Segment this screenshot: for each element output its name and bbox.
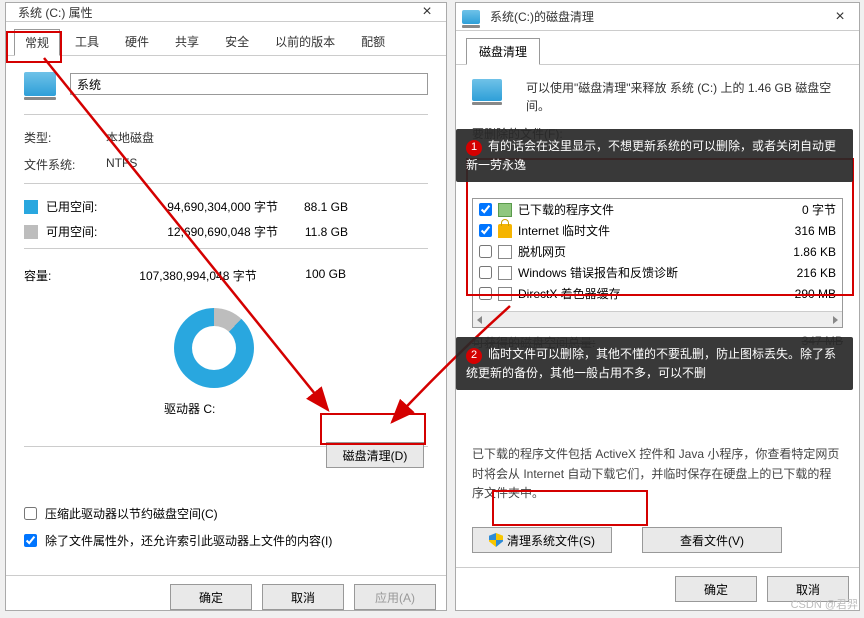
lock-icon (498, 224, 512, 238)
drive-icon (472, 79, 502, 101)
list-item[interactable]: DirectX 着色器缓存290 MB (473, 283, 842, 304)
tab-general[interactable]: 常规 (14, 29, 60, 56)
tab-disk-cleanup[interactable]: 磁盘清理 (466, 38, 540, 65)
driver-label: 驱动器 C: (164, 400, 215, 417)
titlebar-left: 系统 (C:) 属性 × (6, 3, 446, 22)
drive-icon (462, 10, 480, 24)
badge-2-icon: 2 (466, 348, 482, 364)
tab-tools[interactable]: 工具 (64, 28, 110, 55)
used-size: 88.1 GB (278, 200, 348, 214)
shield-icon (489, 533, 503, 547)
tab-quota[interactable]: 配额 (350, 28, 396, 55)
tab-previous[interactable]: 以前的版本 (264, 28, 346, 55)
drive-name-input[interactable] (70, 73, 428, 95)
fs-value: NTFS (106, 156, 428, 173)
tabs: 常规 工具 硬件 共享 安全 以前的版本 配额 (6, 22, 446, 56)
used-bytes: 94,690,304,000 字节 (118, 198, 278, 215)
tab-hardware[interactable]: 硬件 (114, 28, 160, 55)
used-swatch (24, 200, 38, 214)
item-checkbox[interactable] (479, 287, 492, 300)
drive-icon (24, 72, 56, 96)
ok-button[interactable]: 确定 (170, 584, 252, 610)
type-label: 类型: (24, 129, 106, 146)
scrollbar[interactable] (473, 311, 842, 327)
type-value: 本地磁盘 (106, 129, 428, 146)
fs-label: 文件系统: (24, 156, 106, 173)
titlebar-right: 系统(C:)的磁盘清理 × (456, 3, 859, 31)
compress-label: 压缩此驱动器以节约磁盘空间(C) (45, 505, 218, 522)
compress-checkbox[interactable] (24, 507, 37, 520)
free-size: 11.8 GB (278, 225, 348, 239)
cleanup-body: 可以使用"磁盘清理"来释放 系统 (C:) 上的 1.46 GB 磁盘空间。 1… (456, 65, 859, 567)
cap-bytes: 107,380,994,048 字节 (120, 267, 276, 284)
index-checkbox[interactable] (24, 534, 37, 547)
footer-left: 确定 取消 应用(A) (6, 575, 446, 618)
apply-button[interactable]: 应用(A) (354, 584, 436, 610)
file-icon (498, 203, 512, 217)
cleanup-description: 可以使用"磁盘清理"来释放 系统 (C:) 上的 1.46 GB 磁盘空间。 (526, 79, 843, 115)
tab-security[interactable]: 安全 (214, 28, 260, 55)
free-swatch (24, 225, 38, 239)
watermark: CSDN @君羿 (791, 596, 858, 612)
index-label: 除了文件属性外，还允许索引此驱动器上文件的内容(I) (45, 532, 332, 549)
item-checkbox[interactable] (479, 224, 492, 237)
list-item[interactable]: Windows 错误报告和反馈诊断216 KB (473, 262, 842, 283)
usage-donut (174, 308, 254, 388)
cap-label: 容量: (24, 267, 120, 284)
item-checkbox[interactable] (479, 266, 492, 279)
disk-cleanup-button[interactable]: 磁盘清理(D) (326, 442, 424, 468)
window-title: 系统(C:)的磁盘清理 (490, 8, 827, 25)
close-icon[interactable]: × (827, 8, 853, 26)
free-bytes: 12,690,690,048 字节 (118, 223, 278, 240)
doc-icon (498, 266, 512, 280)
file-list: 已下载的程序文件0 字节 Internet 临时文件316 MB 脱机网页1.8… (472, 198, 843, 328)
properties-body: 类型:本地磁盘 文件系统:NTFS 已用空间: 94,690,304,000 字… (6, 56, 446, 575)
annotation-2: 2临时文件可以删除，其他不懂的不要乱删，防止图标丢失。除了系统更新的备份，其他一… (456, 337, 853, 389)
item-checkbox[interactable] (479, 203, 492, 216)
ok-button[interactable]: 确定 (675, 576, 757, 602)
badge-1-icon: 1 (466, 140, 482, 156)
free-label: 可用空间: (46, 223, 118, 240)
properties-window: 系统 (C:) 属性 × 常规 工具 硬件 共享 安全 以前的版本 配额 类型:… (5, 2, 447, 611)
cap-size: 100 GB (276, 267, 346, 284)
tabs-right: 磁盘清理 (456, 31, 859, 65)
cancel-button[interactable]: 取消 (262, 584, 344, 610)
doc-icon (498, 287, 512, 301)
tab-sharing[interactable]: 共享 (164, 28, 210, 55)
view-files-button[interactable]: 查看文件(V) (642, 527, 782, 553)
list-item[interactable]: Internet 临时文件316 MB (473, 220, 842, 241)
list-item[interactable]: 脱机网页1.86 KB (473, 241, 842, 262)
close-icon[interactable]: × (414, 3, 440, 21)
list-item[interactable]: 已下载的程序文件0 字节 (473, 199, 842, 220)
item-description: 已下载的程序文件包括 ActiveX 控件和 Java 小程序，你查看特定网页时… (472, 445, 843, 503)
index-checkbox-row[interactable]: 除了文件属性外，还允许索引此驱动器上文件的内容(I) (24, 532, 428, 549)
compress-checkbox-row[interactable]: 压缩此驱动器以节约磁盘空间(C) (24, 505, 428, 522)
annotation-1: 1有的话会在这里显示，不想更新系统的可以删除，或者关闭自动更新一劳永逸 (456, 129, 853, 181)
disk-cleanup-window: 系统(C:)的磁盘清理 × 磁盘清理 可以使用"磁盘清理"来释放 系统 (C:)… (455, 2, 860, 611)
item-checkbox[interactable] (479, 245, 492, 258)
clean-system-files-button[interactable]: 清理系统文件(S) (472, 527, 612, 553)
used-label: 已用空间: (46, 198, 118, 215)
doc-icon (498, 245, 512, 259)
window-title: 系统 (C:) 属性 (18, 4, 414, 21)
